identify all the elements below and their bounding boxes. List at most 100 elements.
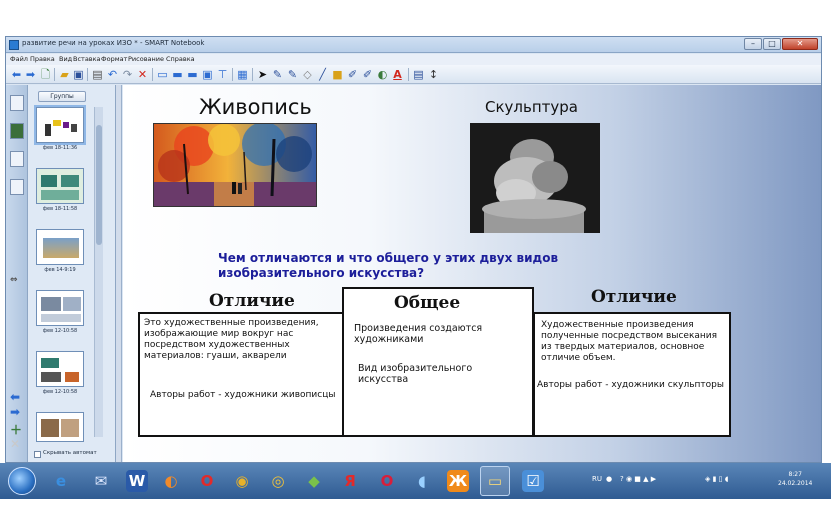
language-indicator[interactable]: RU	[592, 475, 602, 483]
clock-time: 8:27	[788, 471, 802, 478]
difference-heading-right[interactable]: Отличие	[591, 287, 677, 307]
network-tray-icon[interactable]: ◈ ▮ ▯ ◖	[705, 475, 728, 483]
minimize-button[interactable]: –	[744, 38, 762, 50]
attachments-tab[interactable]	[10, 151, 24, 167]
sound-app-icon[interactable]: ◖	[411, 470, 433, 492]
creative-pen-icon[interactable]: ✎	[286, 68, 299, 81]
shape-pen-icon[interactable]: ✐	[361, 68, 374, 81]
mail-icon[interactable]: ✉	[90, 470, 112, 492]
document-camera-icon[interactable]: ⊤	[216, 68, 229, 81]
menu-format[interactable]: Формат	[101, 55, 127, 63]
menu-view[interactable]: Вид	[59, 55, 72, 63]
help-tray-icon[interactable]: ●	[606, 475, 612, 483]
common-heading: Общее	[394, 293, 461, 313]
media-player-icon[interactable]: ◐	[160, 470, 182, 492]
close-button[interactable]: ✕	[782, 38, 818, 50]
green-app-icon[interactable]: ◆	[303, 470, 325, 492]
select-pointer-icon[interactable]: ➤	[256, 68, 269, 81]
menu-file[interactable]: Файл	[10, 55, 28, 63]
shapes-icon[interactable]: ■	[331, 68, 344, 81]
thumbnail-label: фев 18-11:36	[42, 145, 78, 151]
common-text-1: Произведения создаются художниками	[354, 323, 483, 345]
screen-shade-icon[interactable]: ▭	[156, 68, 169, 81]
slide-thumbnail-5[interactable]	[36, 351, 84, 387]
gallery-tab[interactable]	[10, 123, 24, 139]
difference-box-right[interactable]: Художественные произведения полученные п…	[533, 312, 731, 437]
table-icon[interactable]: ▦	[236, 68, 249, 81]
explorer-icon[interactable]: ▭	[484, 470, 506, 492]
eraser-icon[interactable]: ◇	[301, 68, 314, 81]
toolbar-separator	[232, 68, 233, 81]
slide-thumbnail-6[interactable]	[36, 412, 84, 442]
move-toolbar-icon[interactable]: ↕	[427, 68, 440, 81]
chrome-icon[interactable]: ◉	[231, 470, 253, 492]
auto-hide-checkbox[interactable]	[34, 451, 41, 458]
sorter-scroll-thumb[interactable]	[96, 125, 102, 245]
toolbar: ⬅ ➡ 🗋 ▰ ▣ ▤ ↶ ↷ ✕ ▭ ▬ ▬ ▣ ⊤ ▦ ➤ ✎ ✎ ◇ ╱ …	[6, 65, 821, 84]
page-sorter: Группы фев 18-11:36 фев 18-11:58 фев 14-…	[28, 85, 116, 462]
side-tab-bar: ⇔ ⬅ ➡ ＋ ✕	[6, 85, 28, 462]
properties-tab[interactable]	[10, 179, 24, 195]
maximize-button[interactable]: □	[763, 38, 781, 50]
slide-thumbnail-1[interactable]	[36, 107, 84, 143]
page-sorter-tab[interactable]	[10, 95, 24, 111]
full-screen-icon[interactable]: ▬	[171, 68, 184, 81]
delete-page-side-icon[interactable]: ✕	[10, 437, 20, 451]
common-box[interactable]: Общее Произведения создаются художниками…	[342, 287, 534, 437]
open-folder-icon[interactable]: ▰	[58, 68, 71, 81]
groups-button[interactable]: Группы	[38, 91, 86, 102]
clock[interactable]: 8:27 24.02.2014	[778, 470, 812, 488]
question-text[interactable]: Чем отличаются и что общего у этих двух …	[218, 251, 638, 281]
menu-insert[interactable]: Вставка	[73, 55, 101, 63]
word-icon[interactable]: W	[126, 470, 148, 492]
painting-title[interactable]: Живопись	[199, 95, 312, 119]
thumbnail-label: фев 14-9:19	[44, 267, 76, 273]
slide-thumbnail-2[interactable]	[36, 168, 84, 204]
paste-icon[interactable]: ▤	[91, 68, 104, 81]
opera-icon[interactable]: O	[196, 470, 218, 492]
prev-page-icon[interactable]: ⬅	[10, 390, 20, 404]
text-icon[interactable]: A	[391, 68, 404, 81]
add-page-side-icon[interactable]: ＋	[10, 421, 22, 438]
slide-thumbnail-4[interactable]	[36, 290, 84, 326]
start-button[interactable]	[8, 467, 36, 495]
yandex-icon[interactable]: Я	[339, 470, 361, 492]
ie-icon[interactable]: e	[50, 470, 72, 492]
tray-icons[interactable]: ? ◉ ■ ▲ ▶	[620, 475, 656, 483]
fill-icon[interactable]: ◐	[376, 68, 389, 81]
resize-arrows-icon[interactable]: ⇔	[10, 275, 18, 285]
painting-image[interactable]	[153, 123, 317, 207]
difference-box-left[interactable]: Это художественные произведения, изображ…	[138, 312, 344, 437]
thumbnail-label: фев 12-10:58	[42, 389, 78, 395]
pen-icon[interactable]: ✎	[271, 68, 284, 81]
save-icon[interactable]: ▣	[72, 68, 85, 81]
delete-icon[interactable]: ✕	[136, 68, 149, 81]
odnoklassniki-icon[interactable]: Ж	[447, 470, 469, 492]
canvas-scrollbar[interactable]	[116, 85, 122, 462]
smart-notebook-taskbar-icon[interactable]: ☑	[522, 470, 544, 492]
toolbar-separator	[54, 68, 55, 81]
dual-page-icon[interactable]: ▬	[186, 68, 199, 81]
forward-arrow-icon[interactable]: ➡	[24, 68, 37, 81]
auto-hide-label: Скрывать автомат	[43, 450, 97, 456]
redo-icon[interactable]: ↷	[121, 68, 134, 81]
menu-draw[interactable]: Рисование	[128, 55, 164, 63]
sculpture-title[interactable]: Скульптура	[485, 98, 578, 116]
back-arrow-icon[interactable]: ⬅	[10, 68, 23, 81]
line-icon[interactable]: ╱	[316, 68, 329, 81]
menu-help[interactable]: Справка	[166, 55, 195, 63]
slide-thumbnail-3[interactable]	[36, 229, 84, 265]
slide-canvas[interactable]: Живопись Скульптура Чем отличаются и что…	[123, 85, 821, 462]
next-page-icon[interactable]: ➡	[10, 405, 20, 419]
browser-icon[interactable]: ◎	[267, 470, 289, 492]
sculpture-image[interactable]	[470, 123, 600, 233]
properties-icon[interactable]: ▤	[412, 68, 425, 81]
add-page-icon[interactable]: 🗋	[39, 68, 52, 81]
sorter-scrollbar[interactable]	[94, 107, 103, 437]
difference-heading-left[interactable]: Отличие	[209, 291, 295, 311]
menu-edit[interactable]: Правка	[30, 55, 55, 63]
capture-icon[interactable]: ▣	[201, 68, 214, 81]
magic-pen-icon[interactable]: ✐	[346, 68, 359, 81]
undo-icon[interactable]: ↶	[106, 68, 119, 81]
opera-alt-icon[interactable]: O	[376, 470, 398, 492]
